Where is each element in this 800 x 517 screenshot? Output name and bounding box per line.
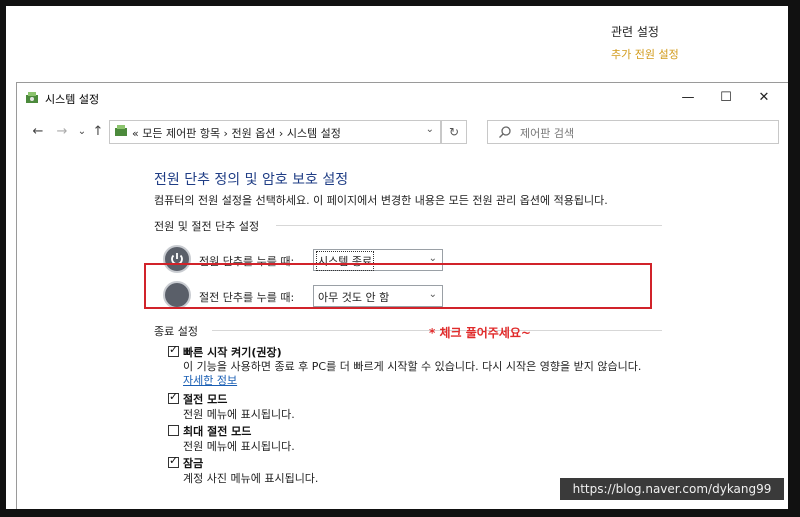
search-icon <box>499 126 511 138</box>
related-settings-title: 관련 설정 <box>611 25 659 39</box>
uncheck-note: * 체크 풀어주세요~ <box>429 326 531 340</box>
hibernate-checkbox[interactable] <box>168 425 179 436</box>
fast-startup-checkbox[interactable]: ✓ <box>168 344 179 357</box>
back-button[interactable]: ← <box>29 123 47 141</box>
section-divider <box>276 225 662 226</box>
up-button[interactable]: ↑ <box>89 123 107 141</box>
sleep-label[interactable]: 절전 모드 <box>183 391 227 407</box>
title-bar[interactable]: 시스템 설정 — ☐ ✕ <box>17 83 788 113</box>
refresh-button[interactable]: ↻ <box>441 120 467 144</box>
address-bar[interactable]: « 모든 제어판 항목 › 전원 옵션 › 시스템 설정 ⌄ <box>109 120 441 144</box>
additional-power-settings-link[interactable]: 추가 전원 설정 <box>611 46 679 62</box>
blog-watermark: https://blog.naver.com/dykang99 <box>560 478 784 500</box>
forward-button[interactable]: → <box>53 123 71 141</box>
sleep-checkbox[interactable]: ✓ <box>168 391 179 404</box>
background-settings-pane: 관련 설정 추가 전원 설정 <box>6 6 788 82</box>
search-box[interactable]: 제어판 검색 <box>487 120 779 144</box>
fast-startup-highlight-box <box>144 263 652 309</box>
window-title: 시스템 설정 <box>45 93 100 106</box>
sleep-description: 전원 메뉴에 표시됩니다. <box>183 408 295 421</box>
hibernate-label[interactable]: 최대 절전 모드 <box>183 423 251 439</box>
navigation-bar: ← → ⌄ ↑ « 모든 제어판 항목 › 전원 옵션 › 시스템 설정 ⌄ ↻… <box>17 117 788 147</box>
lock-description: 계정 사진 메뉴에 표시됩니다. <box>183 472 319 485</box>
page-description: 컴퓨터의 전원 설정을 선택하세요. 이 페이지에서 변경한 내용은 모든 전원… <box>154 194 608 207</box>
shutdown-section-title: 종료 설정 <box>154 325 198 338</box>
power-section-title: 전원 및 절전 단추 설정 <box>154 220 260 233</box>
lock-label[interactable]: 잠금 <box>183 455 203 471</box>
lock-checkbox[interactable]: ✓ <box>168 455 179 468</box>
hibernate-description: 전원 메뉴에 표시됩니다. <box>183 440 295 453</box>
control-panel-icon <box>115 125 127 136</box>
fast-startup-description: 이 기능을 사용하면 종료 후 PC를 더 빠르게 시작할 수 있습니다. 다시… <box>183 360 642 373</box>
close-button[interactable]: ✕ <box>747 87 781 109</box>
maximize-button[interactable]: ☐ <box>709 87 743 109</box>
search-placeholder: 제어판 검색 <box>520 127 575 140</box>
shutdown-settings-section: 종료 설정 <box>154 323 662 339</box>
settings-content: 전원 단추 정의 및 암호 보호 설정 컴퓨터의 전원 설정을 선택하세요. 이… <box>17 147 788 509</box>
screen-frame: 관련 설정 추가 전원 설정 시스템 설정 — ☐ ✕ ← → ⌄ ↑ « 모든… <box>6 6 788 509</box>
power-buttons-section: 전원 및 절전 단추 설정 <box>154 218 662 234</box>
more-info-link[interactable]: 자세한 정보 <box>183 372 237 388</box>
address-path: « 모든 제어판 항목 › 전원 옵션 › 시스템 설정 <box>132 127 341 140</box>
page-title: 전원 단추 정의 및 암호 보호 설정 <box>154 172 349 188</box>
power-options-app-icon <box>26 92 38 103</box>
minimize-button[interactable]: — <box>671 87 705 109</box>
chevron-down-icon[interactable]: ⌄ <box>426 124 434 135</box>
